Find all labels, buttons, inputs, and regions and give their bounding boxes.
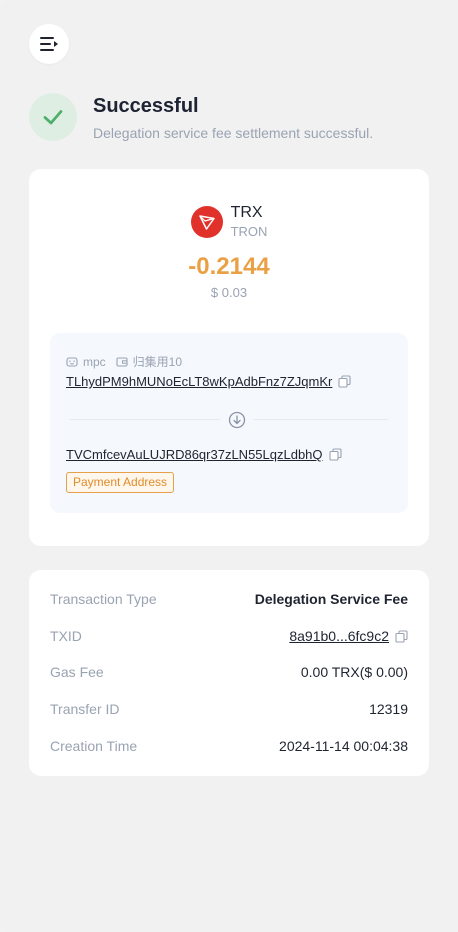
detail-label: Creation Time <box>50 738 138 754</box>
detail-value: Delegation Service Fee <box>254 591 408 607</box>
arrow-down-circle-icon <box>220 411 254 429</box>
transfer-summary-card: TRX TRON -0.2144 $ 0.03 mpc 归集用10 TLhydP… <box>29 169 429 546</box>
txid-link[interactable]: 8a91b0...6fc9c2 <box>289 627 389 645</box>
detail-row-gas-fee: Gas Fee 0.00 TRX($ 0.00) <box>50 663 408 681</box>
detail-label: Transaction Type <box>50 591 157 607</box>
status-message: Delegation service fee settlement succes… <box>93 125 374 141</box>
payment-address-badge: Payment Address <box>66 472 175 493</box>
to-address-row: TVCmfcevAuLUJRD86qr37zLN55LqzLdbhQ <box>66 447 342 462</box>
amount: -0.2144 <box>188 253 270 280</box>
tron-logo-icon <box>190 206 223 238</box>
copy-icon[interactable] <box>338 375 351 388</box>
wallet-icon <box>116 356 128 367</box>
detail-value: 12319 <box>369 701 408 717</box>
from-address-link[interactable]: TLhydPM9hMUNoEcLT8wKpAdbFnz7ZJqmKr <box>66 374 332 389</box>
success-check-icon <box>29 93 77 141</box>
from-wallet-meta: mpc 归集用10 <box>66 353 192 370</box>
detail-row-transfer-id: Transfer ID 12319 <box>50 700 408 718</box>
to-address-link[interactable]: TVCmfcevAuLUJRD86qr37zLN55LqzLdbhQ <box>66 447 323 462</box>
status-title: Successful <box>93 95 199 117</box>
status-header: Successful Delegation service fee settle… <box>29 93 373 142</box>
detail-label: Gas Fee <box>50 664 104 680</box>
asset-header: TRX TRON <box>29 204 429 240</box>
detail-label: Transfer ID <box>50 701 120 717</box>
detail-row-txid: TXID 8a91b0...6fc9c2 <box>50 627 408 645</box>
detail-value: 0.00 TRX($ 0.00) <box>300 664 408 680</box>
fiat-amount: $ 0.03 <box>210 285 248 300</box>
wallet-type: mpc <box>83 354 106 369</box>
transaction-detail-page: Successful Delegation service fee settle… <box>0 0 458 932</box>
from-address-row: TLhydPM9hMUNoEcLT8wKpAdbFnz7ZJqmKr <box>66 374 351 389</box>
copy-icon[interactable] <box>395 629 408 643</box>
detail-value: 2024-11-14 00:04:38 <box>279 738 408 754</box>
robot-icon <box>66 356 78 367</box>
address-box: mpc 归集用10 TLhydPM9hMUNoEcLT8wKpAdbFnz7ZJ… <box>50 333 408 513</box>
details-card: Transaction Type Delegation Service Fee … <box>29 570 429 776</box>
detail-row-creation-time: Creation Time 2024-11-14 00:04:38 <box>50 737 408 755</box>
detail-label: TXID <box>50 628 82 644</box>
menu-collapse-icon <box>40 37 58 51</box>
asset-name: TRON <box>230 224 268 239</box>
detail-row-transaction-type: Transaction Type Delegation Service Fee <box>50 590 408 608</box>
asset-symbol: TRX <box>230 204 263 221</box>
menu-button[interactable] <box>29 24 69 64</box>
wallet-name: 归集用10 <box>132 355 183 369</box>
copy-icon[interactable] <box>328 448 342 461</box>
